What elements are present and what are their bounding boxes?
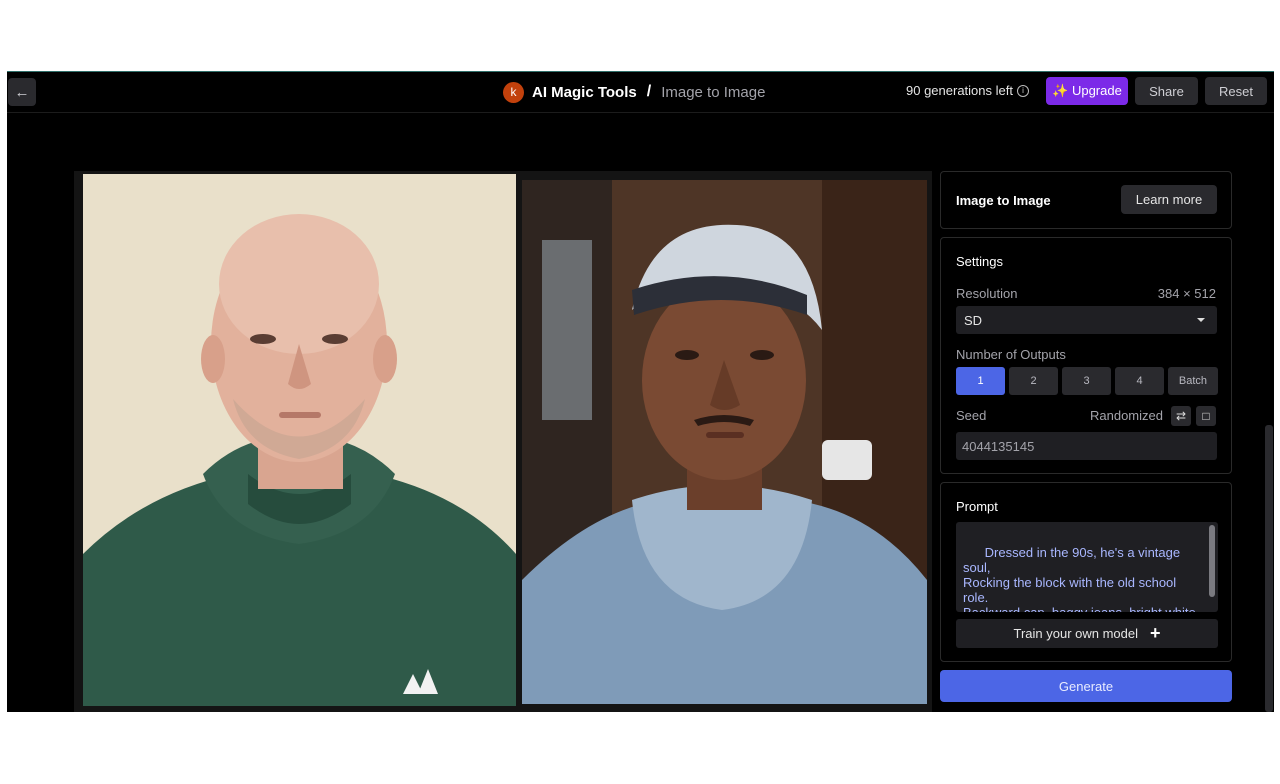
app-window: ← k AI Magic Tools / Image to Image 90 g… [7,71,1274,712]
resolution-value: 384 × 512 [1157,286,1216,301]
output-option-2[interactable]: 2 [1009,367,1058,395]
resolution-select[interactable]: SD [956,306,1217,334]
back-button[interactable]: ← [8,78,36,106]
output-option-batch[interactable]: Batch [1168,367,1218,395]
seed-input[interactable]: 4044135145 [956,432,1217,460]
breadcrumb-separator: / [646,83,652,100]
info-icon[interactable]: i [1016,84,1029,97]
input-photo-graphic [83,174,516,706]
outputs-selector: 1 2 3 4 Batch [956,367,1218,395]
clipboard-icon[interactable]: □ [1196,406,1216,426]
tool-info-panel: Image to Image Learn more [940,171,1232,229]
generate-button[interactable]: Generate [940,670,1232,702]
input-image [83,174,516,706]
resolution-select-value: SD [964,312,983,328]
top-bar: ← k AI Magic Tools / Image to Image 90 g… [7,72,1274,113]
settings-title: Settings [956,254,1003,269]
page-scrollbar[interactable] [1265,425,1273,712]
learn-more-button[interactable]: Learn more [1121,185,1217,214]
resolution-label: Resolution [956,286,1018,301]
outputs-label: Number of Outputs [956,347,1066,362]
plus-icon: + [1150,623,1161,643]
generations-left-text: 90 generations left [906,83,1013,98]
arrow-left-icon: ← [14,83,30,101]
output-photo-graphic [522,180,927,704]
train-model-label: Train your own model [1013,626,1138,641]
output-option-3[interactable]: 3 [1062,367,1111,395]
output-option-1[interactable]: 1 [956,367,1005,395]
seed-mode: Randomized [1090,408,1163,423]
page-title: Image to Image [661,83,766,101]
prompt-scrollbar[interactable] [1209,525,1215,597]
settings-panel: Settings Resolution 384 × 512 SD Number … [940,237,1232,474]
shuffle-icon[interactable]: ⇄ [1171,406,1191,426]
reset-button[interactable]: Reset [1205,77,1267,105]
prompt-panel: Prompt Dressed in the 90s, he's a vintag… [940,482,1232,662]
output-image [522,180,927,704]
image-comparison-canvas[interactable] [74,171,932,712]
caret-down-icon [1197,318,1205,322]
seed-actions: ⇄ □ [1171,406,1216,426]
app-name[interactable]: AI Magic Tools [532,84,637,101]
train-model-button[interactable]: Train your own model + [956,619,1218,648]
prompt-text: Dressed in the 90s, he's a vintage soul,… [963,545,1196,612]
tool-title: Image to Image [956,193,1051,208]
prompt-title: Prompt [956,499,998,514]
output-option-4[interactable]: 4 [1115,367,1164,395]
generations-counter: 90 generations left i [906,83,1029,98]
share-button[interactable]: Share [1135,77,1198,105]
logo: k [503,81,524,103]
seed-label: Seed [956,408,987,423]
prompt-textarea[interactable]: Dressed in the 90s, he's a vintage soul,… [956,522,1218,612]
upgrade-button[interactable]: ✨ Upgrade [1046,77,1128,105]
breadcrumb: k AI Magic Tools / Image to Image [503,81,765,103]
